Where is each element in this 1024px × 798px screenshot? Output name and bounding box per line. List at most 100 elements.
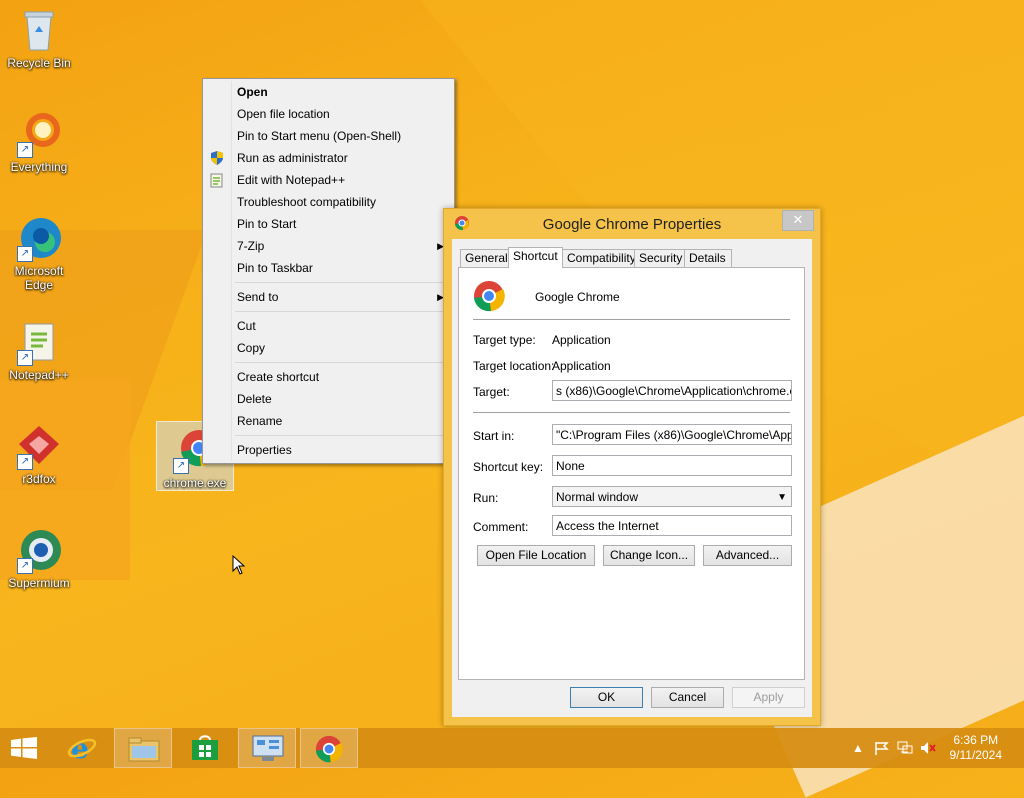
taskbar-file-explorer[interactable] [114,728,172,768]
menu-item-label: Cut [237,319,256,333]
menu-item-label: 7-Zip [237,239,265,253]
clock[interactable]: 6:36 PM 9/11/2024 [950,733,1003,763]
menu-item-label: Open file location [237,107,330,121]
desktop-icon-label: Microsoft Edge [14,264,64,292]
taskbar-chrome[interactable] [300,728,358,768]
app-name: Google Chrome [535,290,620,304]
r3dfox-icon: ↗ [15,422,63,470]
menu-item-run-as-administrator[interactable]: Run as administrator [203,147,454,169]
notepad-plus-plus-icon: ↗ [15,318,63,366]
run-select[interactable]: Normal window ▼ [552,486,792,507]
recycle-bin-icon [15,6,63,54]
menu-item-copy[interactable]: Copy [203,337,454,359]
menu-item-edit-with-notepad-plus-plus[interactable]: Edit with Notepad++ [203,169,454,191]
taskbar-internet-explorer[interactable]: e [52,728,110,768]
supermium-icon: ↗ [15,526,63,574]
menu-item-label: Troubleshoot compatibility [237,195,376,209]
shortcut-arrow-icon: ↗ [173,458,189,474]
menu-item-troubleshoot-compatibility[interactable]: Troubleshoot compatibility [203,191,454,213]
menu-item-label: Properties [237,443,292,457]
apply-button[interactable]: Apply [732,687,805,708]
svg-text:e: e [71,734,89,762]
file-explorer-icon [128,737,160,762]
shortcut-key-label: Shortcut key: [473,460,544,474]
menu-item-pin-to-start[interactable]: Pin to Start [203,213,454,235]
change-icon-button[interactable]: Change Icon... [603,545,695,566]
desktop-icon-everything[interactable]: ↗ Everything [1,110,77,174]
desktop-icon-notepad-plus-plus[interactable]: ↗ Notepad++ [1,318,77,382]
separator [473,412,790,413]
tab-security[interactable]: Security [634,249,687,267]
menu-item-label: Copy [237,341,266,355]
menu-item-open[interactable]: Open [203,81,454,103]
menu-item-pin-to-taskbar[interactable]: Pin to Taskbar [203,257,454,279]
desktop-icon-r3dfox[interactable]: ↗ r3dfox [1,422,77,486]
desktop-icon-label: Notepad++ [9,368,69,382]
windows-logo-icon [11,737,37,759]
action-center-flag-icon[interactable] [874,741,890,755]
desktop-icon-edge[interactable]: ↗ Microsoft Edge [1,214,77,292]
store-icon [192,735,218,760]
comment-input[interactable]: Access the Internet [552,515,792,536]
menu-separator [235,282,452,283]
properties-dialog: Google Chrome Properties ✕ General Short… [443,208,821,726]
show-hidden-icons-chevron-up-icon[interactable]: ▲ [852,741,868,755]
tab-shortcut[interactable]: Shortcut [508,247,563,268]
mouse-cursor-icon [232,555,246,575]
start-button[interactable] [0,728,50,768]
tab-general[interactable]: General [460,249,511,267]
menu-item-label: Send to [237,290,279,304]
cancel-button[interactable]: Cancel [651,687,724,708]
menu-item-send-to[interactable]: Send to ▶ [203,286,454,308]
menu-item-label: Edit with Notepad++ [237,173,346,187]
taskbar: e ▲ 6:36 PM 9/11/2024 [0,728,1024,768]
desktop-icon-label: Recycle Bin [7,56,71,70]
open-file-location-button[interactable]: Open File Location [477,545,595,566]
shortcut-arrow-icon: ↗ [17,246,33,262]
target-input[interactable]: s (x86)\Google\Chrome\Application\chrome… [552,380,792,401]
menu-item-label: Run as administrator [237,151,348,165]
menu-item-label: Pin to Start menu (Open-Shell) [237,129,402,143]
menu-item-properties[interactable]: Properties [203,439,454,461]
taskbar-control-panel[interactable] [238,728,296,768]
menu-item-open-file-location[interactable]: Open file location [203,103,454,125]
tab-compatibility[interactable]: Compatibility [562,249,636,267]
menu-item-rename[interactable]: Rename [203,410,454,432]
taskbar-store[interactable] [176,728,234,768]
menu-separator [235,362,452,363]
context-menu: Open Open file location Pin to Start men… [202,78,455,464]
menu-item-delete[interactable]: Delete [203,388,454,410]
network-icon[interactable] [897,741,913,755]
everything-search-icon: ↗ [15,110,63,158]
menu-item-cut[interactable]: Cut [203,315,454,337]
desktop-icon-label: Supermium [8,576,70,590]
dialog-title: Google Chrome Properties [542,216,722,233]
desktop-icon-label: chrome.exe [163,476,227,490]
dialog-titlebar[interactable]: Google Chrome Properties ✕ [444,209,820,239]
menu-item-7-zip[interactable]: 7-Zip ▶ [203,235,454,257]
start-in-label: Start in: [473,429,515,443]
clock-date: 9/11/2024 [949,748,1003,762]
menu-item-label: Create shortcut [237,370,320,384]
start-in-input[interactable]: "C:\Program Files (x86)\Google\Chrome\Ap… [552,424,792,445]
comment-label: Comment: [473,520,529,534]
desktop-icon-supermium[interactable]: ↗ Supermium [1,526,77,590]
desktop-icon-recycle-bin[interactable]: Recycle Bin [1,6,77,70]
close-icon: ✕ [792,212,804,227]
control-panel-icon [252,735,284,761]
menu-item-pin-to-start-menu[interactable]: Pin to Start menu (Open-Shell) [203,125,454,147]
advanced-button[interactable]: Advanced... [703,545,792,566]
menu-item-create-shortcut[interactable]: Create shortcut [203,366,454,388]
volume-muted-icon[interactable] [920,741,936,755]
ok-button[interactable]: OK [570,687,643,708]
run-label: Run: [473,491,499,505]
close-button[interactable]: ✕ [782,210,814,231]
shortcut-arrow-icon: ↗ [17,558,33,574]
tab-details[interactable]: Details [684,249,732,267]
menu-separator [235,435,452,436]
tab-label: Details [689,251,726,265]
shortcut-arrow-icon: ↗ [17,350,33,366]
target-type-label: Target type: [473,333,536,347]
shortcut-arrow-icon: ↗ [17,142,33,158]
shortcut-key-input[interactable]: None [552,455,792,476]
